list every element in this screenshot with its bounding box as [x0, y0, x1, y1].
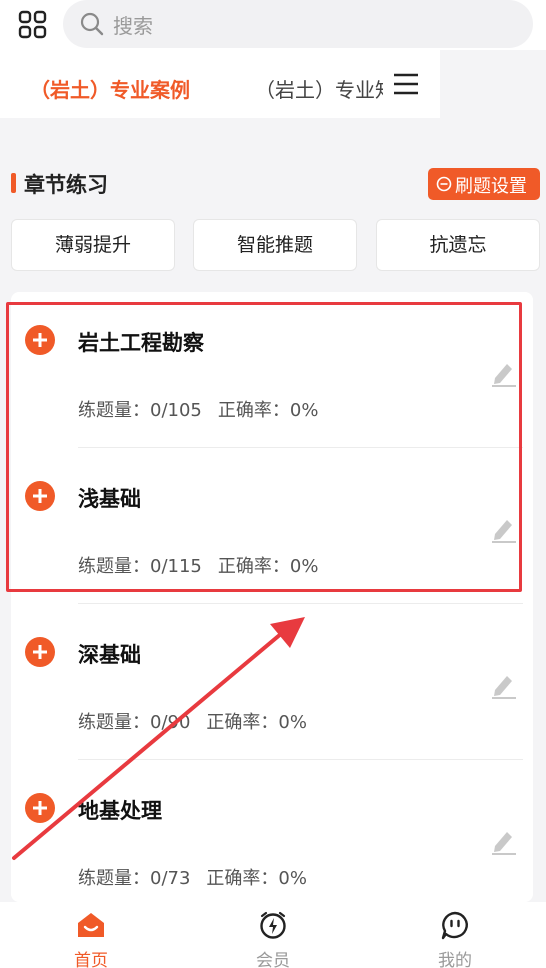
- accuracy-rate: 正确率：0%: [217, 556, 319, 577]
- profile-icon: [441, 911, 468, 940]
- practice-count: 练题量：0/105: [78, 400, 202, 421]
- anti-forget-button[interactable]: 抗遗忘: [376, 219, 540, 271]
- subject-tabbar: （岩土）专业案例 （岩土）专业知识: [0, 50, 440, 118]
- edit-pencil-icon[interactable]: [489, 670, 519, 700]
- search-placeholder: 搜索: [113, 14, 153, 38]
- vip-icon: [260, 911, 286, 939]
- chapter-item[interactable]: 浅基础 练题量：0/115 正确率：0%: [11, 448, 533, 604]
- minus-circle-icon: [436, 176, 452, 192]
- chapter-stats: 练题量：0/115 正确率：0%: [78, 552, 318, 578]
- chapter-stats: 练题量：0/73 正确率：0%: [78, 864, 307, 890]
- chapter-title: 浅基础: [78, 487, 141, 511]
- smart-recommend-button[interactable]: 智能推题: [193, 219, 357, 271]
- nav-profile[interactable]: 我的: [364, 902, 546, 968]
- top-bar: 搜索: [0, 0, 546, 50]
- practice-count: 练题量：0/90: [78, 712, 191, 733]
- practice-settings-button[interactable]: 刷题设置: [428, 168, 540, 200]
- menu-icon[interactable]: [392, 71, 420, 97]
- chapter-list: 岩土工程勘察 练题量：0/105 正确率：0% 浅基础 练题量：0/115 正确率：…: [11, 292, 533, 902]
- chapter-stats: 练题量：0/105 正确率：0%: [78, 396, 318, 422]
- section-header: 章节练习 刷题设置: [0, 160, 546, 210]
- chapter-item[interactable]: 深基础 练题量：0/90 正确率：0%: [11, 604, 533, 760]
- accuracy-rate: 正确率：0%: [206, 868, 307, 889]
- chapter-title: 岩土工程勘察: [78, 331, 204, 355]
- expand-plus-icon[interactable]: [25, 793, 55, 823]
- expand-plus-icon[interactable]: [25, 325, 55, 355]
- search-input[interactable]: 搜索: [63, 0, 533, 48]
- search-icon: [80, 12, 104, 36]
- expand-plus-icon[interactable]: [25, 637, 55, 667]
- tab-professional-knowledge[interactable]: （岩土）专业知识: [255, 74, 383, 103]
- section-title: 章节练习: [24, 173, 108, 197]
- apps-grid-icon[interactable]: [16, 8, 50, 42]
- practice-count: 练题量：0/115: [78, 556, 202, 577]
- accuracy-rate: 正确率：0%: [206, 712, 307, 733]
- bottom-nav: 首页 会员 我的: [0, 902, 546, 968]
- nav-home[interactable]: 首页: [0, 902, 182, 968]
- nav-vip[interactable]: 会员: [182, 902, 364, 968]
- section-accent-bar: [11, 173, 16, 193]
- tab-professional-case[interactable]: （岩土）专业案例: [30, 74, 190, 103]
- chapter-stats: 练题量：0/90 正确率：0%: [78, 708, 307, 734]
- chapter-item[interactable]: 地基处理 练题量：0/73 正确率：0%: [11, 760, 533, 916]
- nav-label: 我的: [438, 951, 472, 968]
- chapter-title: 地基处理: [78, 799, 162, 823]
- nav-label: 首页: [74, 951, 108, 968]
- chapter-title: 深基础: [78, 643, 141, 667]
- weak-improve-button[interactable]: 薄弱提升: [11, 219, 175, 271]
- practice-settings-label: 刷题设置: [455, 176, 527, 197]
- edit-pencil-icon[interactable]: [489, 826, 519, 856]
- practice-count: 练题量：0/73: [78, 868, 191, 889]
- home-icon: [78, 913, 104, 937]
- nav-label: 会员: [256, 951, 290, 968]
- chapter-item[interactable]: 岩土工程勘察 练题量：0/105 正确率：0%: [11, 292, 533, 448]
- edit-pencil-icon[interactable]: [489, 514, 519, 544]
- accuracy-rate: 正确率：0%: [217, 400, 319, 421]
- edit-pencil-icon[interactable]: [489, 358, 519, 388]
- expand-plus-icon[interactable]: [25, 481, 55, 511]
